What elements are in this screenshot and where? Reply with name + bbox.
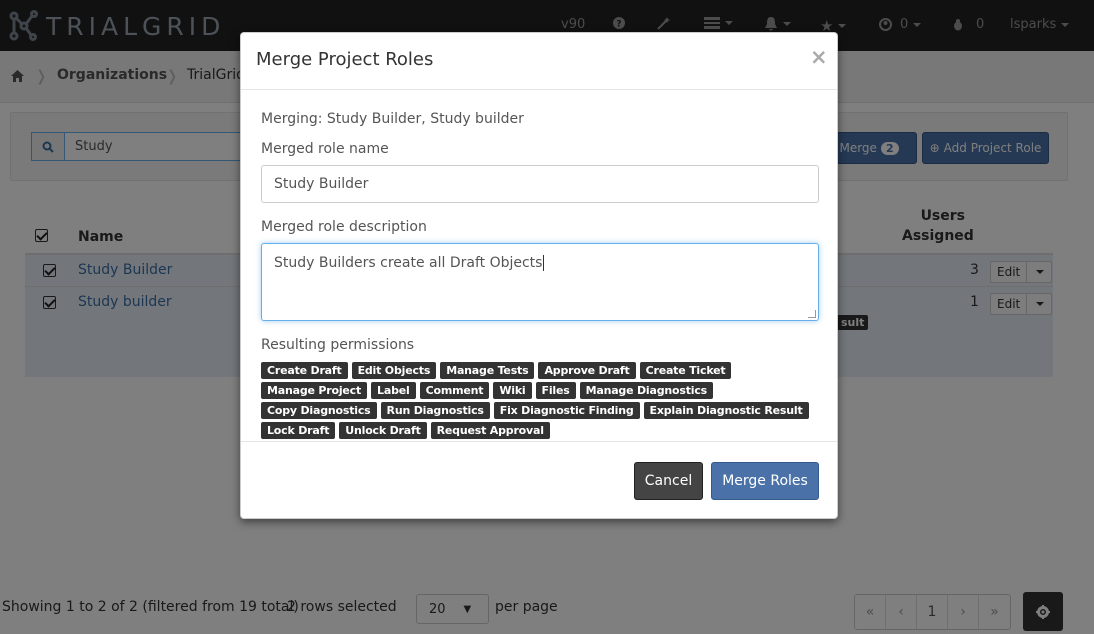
permission-badge: Manage Project <box>261 382 368 399</box>
permission-badge: Manage Tests <box>440 362 535 379</box>
permission-badge: Request Approval <box>430 422 550 439</box>
modal-header: Merge Project Roles × <box>241 33 837 90</box>
merged-role-description-textarea[interactable]: Study Builders create all Draft Objects <box>261 243 819 321</box>
close-icon[interactable]: × <box>810 45 828 69</box>
permission-badge: Label <box>371 382 416 399</box>
cancel-button[interactable]: Cancel <box>634 462 703 500</box>
permission-badge: Explain Diagnostic Result <box>643 402 809 419</box>
merge-roles-dialog: Merge Project Roles × Merging: Study Bui… <box>240 32 838 519</box>
resize-handle[interactable] <box>808 310 816 318</box>
resulting-permissions-label: Resulting permissions <box>261 337 415 353</box>
permission-badge: Unlock Draft <box>339 422 427 439</box>
permission-badge: Approve Draft <box>538 362 636 379</box>
permission-badge: Lock Draft <box>261 422 336 439</box>
modal-footer: Cancel Merge Roles <box>241 441 837 519</box>
permission-badge: Comment <box>419 382 490 399</box>
permission-badge: Fix Diagnostic Finding <box>493 402 640 419</box>
permission-badge: Create Draft <box>261 362 348 379</box>
modal-title: Merge Project Roles <box>256 49 434 70</box>
merged-role-description-label: Merged role description <box>261 219 427 235</box>
permissions-list: Create Draft Edit Objects Manage Tests Appr… <box>261 362 821 442</box>
merged-role-name-input[interactable] <box>261 165 819 203</box>
permission-badge: Copy Diagnostics <box>261 402 377 419</box>
merge-roles-button[interactable]: Merge Roles <box>711 462 819 500</box>
permission-badge: Files <box>535 382 576 399</box>
permission-badge: Manage Diagnostics <box>579 382 714 399</box>
merging-summary: Merging: Study Builder, Study builder <box>261 111 524 127</box>
permission-badge: Run Diagnostics <box>380 402 490 419</box>
merged-role-name-label: Merged role name <box>261 141 389 157</box>
permission-badge: Wiki <box>493 382 532 399</box>
permission-badge: Create Ticket <box>639 362 732 379</box>
description-text: Study Builders create all Draft Objects <box>274 255 543 271</box>
permission-badge: Edit Objects <box>351 362 437 379</box>
